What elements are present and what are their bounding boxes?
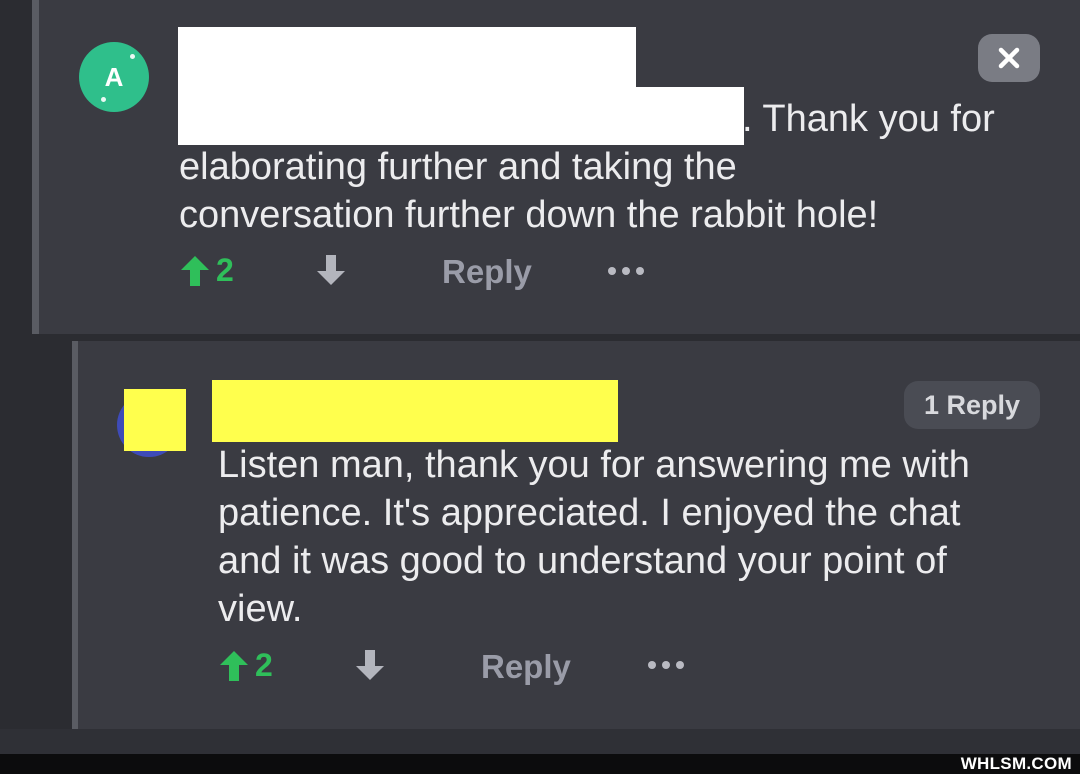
bottom-band xyxy=(0,729,1080,754)
redacted-text xyxy=(178,87,744,145)
replies-count-button[interactable]: 1 Reply xyxy=(904,381,1040,429)
avatar-letter: A xyxy=(104,61,124,92)
close-button[interactable] xyxy=(978,34,1040,82)
upvote-count: 2 xyxy=(255,647,273,683)
reply-button[interactable]: Reply xyxy=(481,648,571,686)
downvote-arrow-icon xyxy=(356,650,384,680)
upvote-button[interactable]: 2 xyxy=(180,252,234,289)
downvote-arrow-icon xyxy=(317,255,345,285)
left-gutter xyxy=(0,0,34,754)
downvote-button[interactable] xyxy=(316,254,346,291)
redacted-username xyxy=(212,380,618,442)
redacted-avatar xyxy=(124,389,186,451)
upvote-arrow-icon xyxy=(181,255,209,286)
more-options-icon[interactable] xyxy=(648,661,684,669)
comment-text: Listen man, thank you for answering me w… xyxy=(218,444,970,630)
close-icon xyxy=(998,47,1020,69)
footer-bar xyxy=(0,754,1080,774)
downvote-button[interactable] xyxy=(355,649,385,686)
upvote-arrow-icon xyxy=(220,650,248,681)
thread-line-1 xyxy=(32,0,39,334)
user-avatar-a[interactable]: A xyxy=(79,42,149,112)
comment-text-tail: . Thank you for xyxy=(742,98,995,140)
watermark: WHLSM.COM xyxy=(960,754,1072,773)
comment-text: elaborating further and taking the conve… xyxy=(179,146,879,236)
upvote-count: 2 xyxy=(216,252,234,288)
more-options-icon[interactable] xyxy=(608,267,644,275)
redacted-username xyxy=(178,27,636,87)
upvote-button[interactable]: 2 xyxy=(219,647,273,684)
reply-button[interactable]: Reply xyxy=(442,253,532,291)
comment-separator xyxy=(0,334,1080,341)
